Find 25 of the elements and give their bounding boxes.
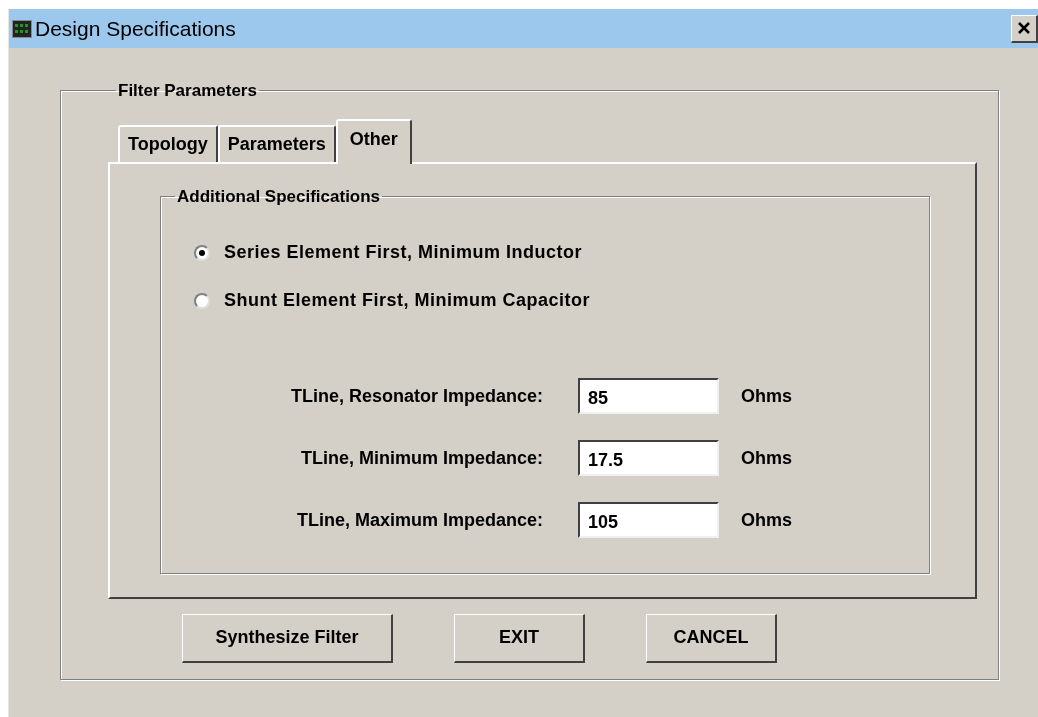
action-button[interactable]: EXIT [454, 613, 585, 663]
action-button[interactable]: Synthesize Filter [182, 613, 393, 663]
unit-label: Ohms [741, 508, 792, 532]
radio-option[interactable]: Series Element First, Minimum Inductor [194, 239, 929, 266]
action-button[interactable]: CANCEL [646, 613, 777, 663]
tab[interactable]: Other [335, 118, 412, 164]
unit-label: Ohms [741, 384, 792, 408]
radio-option[interactable]: Shunt Element First, Minimum Capacitor [194, 287, 929, 314]
radio-button[interactable] [194, 292, 210, 309]
field-label: TLine, Maximum Impedance: [295, 508, 543, 532]
window-title: Design Specifications [35, 15, 236, 42]
tab[interactable]: Topology [118, 124, 218, 162]
field-label: TLine, Minimum Impedance: [299, 446, 543, 470]
group-title: Additional Specifications [176, 185, 382, 208]
radio-button[interactable] [194, 244, 210, 261]
input-field[interactable]: 105 [578, 502, 719, 538]
field-label: TLine, Resonator Impedance: [289, 384, 543, 408]
close-button[interactable] [1011, 14, 1038, 43]
unit-label: Ohms [741, 446, 792, 470]
input-field[interactable]: 17.5 [578, 440, 719, 476]
group-title: Filter Parameters [117, 80, 258, 102]
app-icon [12, 19, 32, 38]
close-icon [1017, 21, 1031, 35]
input-field[interactable]: 85 [578, 378, 719, 414]
tab[interactable]: Parameters [217, 124, 336, 162]
